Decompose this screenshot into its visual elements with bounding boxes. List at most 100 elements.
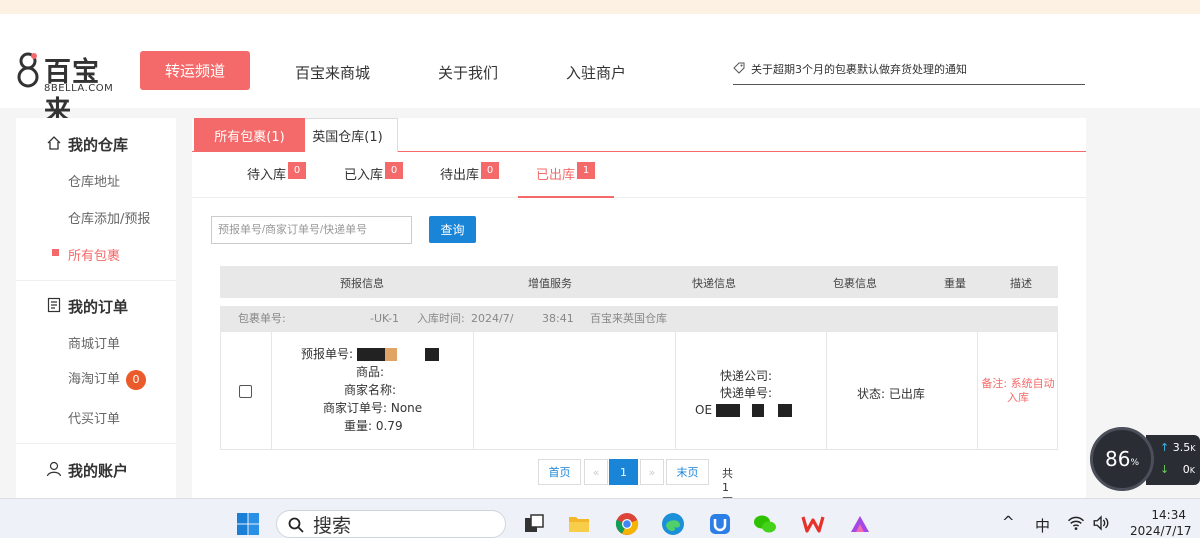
logo-mark-icon — [17, 52, 39, 88]
status-tabs: 待入库 0 已入库 0 待出库 0 已出库 1 — [192, 152, 1086, 198]
tray-expand-icon[interactable]: ^ — [1002, 513, 1015, 531]
row-checkbox[interactable] — [239, 385, 252, 398]
courier-company-label: 快递公司: — [720, 369, 773, 383]
volume-icon[interactable] — [1092, 514, 1110, 532]
ai-app-icon[interactable] — [848, 512, 872, 536]
redaction — [356, 348, 385, 361]
nav-mall[interactable]: 百宝来商城 — [295, 62, 370, 83]
brand-sub: 8BELLA.COM — [44, 83, 114, 94]
taskbar-search[interactable]: 搜索 — [276, 510, 506, 538]
cell-divider — [826, 332, 827, 449]
package-state: 状态: 已出库 — [857, 387, 925, 401]
chrome-icon[interactable] — [615, 512, 639, 536]
page-first[interactable]: 首页 — [538, 459, 581, 485]
warehouse-name: 百宝来英国仓库 — [590, 312, 667, 325]
search-icon — [288, 517, 304, 533]
cell-divider — [675, 332, 676, 449]
col-package: 包裹信息 — [833, 277, 877, 290]
wps-icon[interactable] — [801, 512, 825, 536]
forecast-info: 预报单号: 商品: 商家名称: 商家订单号: None 重量: 0.79 — [273, 345, 473, 435]
speed-panel: ↑ 3.5K ↓ 0K — [1146, 435, 1200, 485]
status-tab-pending-out[interactable]: 待出库 0 — [440, 162, 500, 198]
search-button[interactable]: 查询 — [429, 216, 476, 243]
upload-speed: 3.5 — [1172, 441, 1191, 454]
redaction — [777, 404, 792, 417]
courier-no-label: 快递单号: — [720, 386, 773, 400]
memory-gauge: 86% — [1090, 427, 1154, 491]
cell-divider — [271, 332, 272, 449]
tag-icon — [733, 62, 745, 74]
in-time-tail: 38:41 — [542, 312, 574, 325]
weight-value: 重量: 0.79 — [344, 419, 403, 433]
tab-uk-warehouse[interactable]: 英国仓库(1) — [297, 118, 398, 152]
nav-about[interactable]: 关于我们 — [438, 62, 498, 83]
sidebar-divider — [16, 443, 176, 444]
notice-text: 关于超期3个月的包裹默认做弃货处理的通知 — [751, 63, 967, 76]
notice-link[interactable]: 关于超期3个月的包裹默认做弃货处理的通知 — [733, 61, 1085, 85]
sidebar-item-warehouse-add[interactable]: 仓库添加/预报 — [68, 208, 150, 227]
search-input[interactable]: 预报单号/商家订单号/快递单号 — [211, 216, 412, 244]
file-explorer-icon[interactable] — [567, 512, 591, 536]
merchant-label: 商家名称: — [344, 383, 397, 397]
cell-divider — [473, 332, 474, 449]
sidebar-item-proxy-orders[interactable]: 代买订单 — [68, 408, 120, 427]
windows-start-icon[interactable] — [236, 512, 260, 536]
main-panel: 英国仓库(1) 所有包裹(1) 待入库 0 已入库 0 待出库 0 已出库 1 预报单号… — [192, 118, 1086, 509]
page-current[interactable]: 1 — [609, 459, 638, 485]
active-dot — [52, 249, 59, 256]
sidebar-item-haitao-orders[interactable]: 海淘订单 0 — [68, 368, 147, 390]
sidebar-item-mall-orders[interactable]: 商城订单 — [68, 333, 120, 352]
courier-no-prefix: OE — [695, 403, 713, 417]
task-view-icon[interactable] — [522, 512, 546, 536]
status-tab-shipped[interactable]: 已出库 1 — [518, 162, 614, 198]
taskbar-clock[interactable]: 14:34 2024/7/17 — [1130, 507, 1192, 538]
clock-time: 14:34 — [1151, 508, 1186, 522]
col-forecast: 预报信息 — [340, 277, 384, 290]
haitao-badge: 0 — [126, 369, 147, 390]
tab-all-packages[interactable]: 所有包裹(1) — [194, 118, 305, 152]
wechat-icon[interactable] — [753, 512, 777, 536]
sidebar-item-warehouse-address[interactable]: 仓库地址 — [68, 171, 120, 190]
network-monitor-widget[interactable]: ↑ 3.5K ↓ 0K 86% — [1090, 427, 1200, 491]
top-strip — [0, 0, 1200, 14]
nav-merchants[interactable]: 入驻商户 — [566, 62, 626, 83]
forecast-no-label: 预报单号: — [301, 347, 354, 361]
qq-browser-icon[interactable] — [708, 512, 732, 536]
package-line: 包裹单号: -UK-1 入库时间: 2024/7/ 38:41 百宝来英国仓库 — [220, 306, 1058, 332]
edge-icon[interactable] — [661, 512, 685, 536]
nav-transfer-channel[interactable]: 转运频道 — [140, 51, 250, 90]
count-badge: 0 — [385, 162, 404, 179]
sidebar-item-all-packages[interactable]: 所有包裹 — [68, 245, 120, 264]
user-icon — [46, 461, 62, 477]
upload-arrow-icon: ↑ — [1160, 441, 1170, 454]
goods-label: 商品: — [356, 365, 385, 379]
taskbar: 搜索 ^ 中 14:34 2024/7/17 — [0, 498, 1200, 538]
ime-indicator[interactable]: 中 — [1035, 515, 1050, 536]
col-description: 描述 — [1010, 277, 1032, 290]
package-no-label: 包裹单号: — [238, 312, 286, 325]
col-express: 快递信息 — [692, 277, 736, 290]
page-last[interactable]: 末页 — [666, 459, 709, 485]
page-next[interactable]: » — [640, 459, 664, 485]
brand-logo[interactable]: 百宝来 8BELLA.COM — [16, 50, 126, 127]
express-info: 快递公司: 快递单号: OE — [693, 368, 813, 419]
wifi-icon[interactable] — [1067, 514, 1085, 532]
sidebar-divider — [16, 280, 176, 281]
sidebar: 我的仓库 仓库地址 仓库添加/预报 所有包裹 我的订单 商城订单 海淘订单 0 代… — [16, 118, 176, 498]
count-badge: 0 — [288, 162, 307, 179]
in-time-label: 入库时间: — [417, 312, 465, 325]
redaction — [715, 404, 740, 417]
sidebar-orders-title: 我的订单 — [47, 296, 128, 317]
package-no-suffix: -UK-1 — [370, 312, 400, 325]
table-row: 预报单号: 商品: 商家名称: 商家订单号: None 重量: 0.79 快递公… — [220, 331, 1058, 450]
status-tab-in-stock[interactable]: 已入库 0 — [344, 162, 404, 198]
download-arrow-icon: ↓ — [1160, 463, 1170, 476]
remark: 备注: 系统自动入库 — [981, 377, 1055, 404]
status-tab-pending-in[interactable]: 待入库 0 — [247, 162, 307, 198]
page-prev[interactable]: « — [584, 459, 608, 485]
tabs-row: 英国仓库(1) 所有包裹(1) — [192, 118, 1086, 152]
count-badge: 1 — [577, 162, 596, 179]
sidebar-warehouse-title: 我的仓库 — [47, 134, 128, 155]
table-header: 预报信息 增值服务 快递信息 包裹信息 重量 描述 — [220, 266, 1058, 298]
col-weight: 重量 — [944, 277, 966, 290]
